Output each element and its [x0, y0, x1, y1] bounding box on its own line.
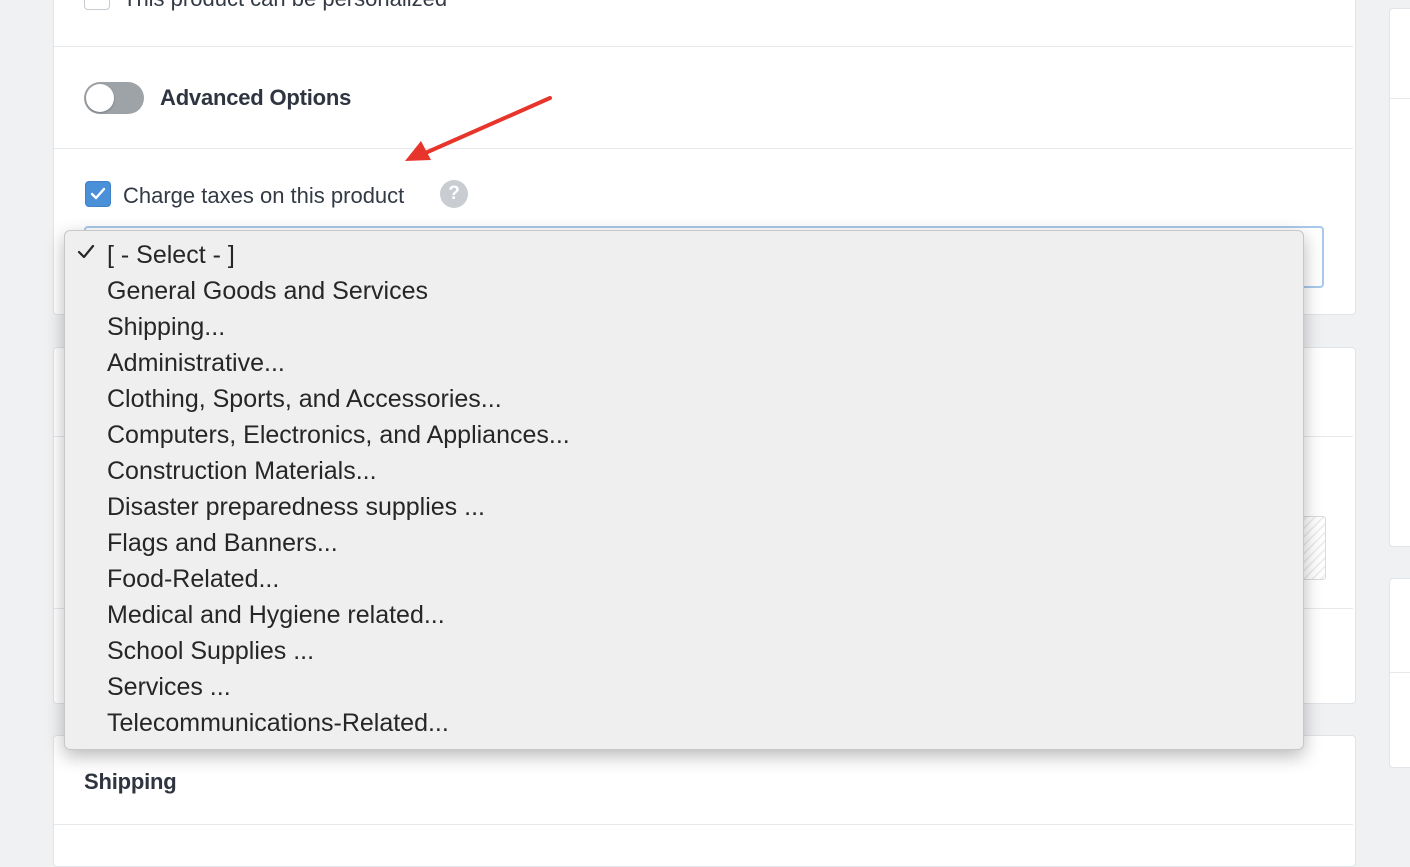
charge-taxes-checkbox[interactable] [85, 181, 111, 207]
check-icon [90, 187, 106, 200]
dropdown-option[interactable]: Shipping... [107, 309, 225, 345]
divider [54, 46, 1353, 47]
dropdown-option[interactable]: Flags and Banners... [107, 525, 338, 561]
dropdown-option[interactable]: Food-Related... [107, 561, 279, 597]
tax-category-dropdown-menu: [ - Select - ] General Goods and Service… [64, 230, 1304, 750]
dropdown-option[interactable]: Disaster preparedness supplies ... [107, 489, 485, 525]
advanced-options-label: Advanced Options [160, 85, 352, 110]
dropdown-option[interactable]: Administrative... [107, 345, 285, 381]
sidebar-card [1389, 578, 1410, 768]
dropdown-option[interactable]: Clothing, Sports, and Accessories... [107, 381, 502, 417]
question-circle-icon[interactable]: ? [440, 180, 468, 208]
dropdown-option[interactable]: Medical and Hygiene related... [107, 597, 445, 633]
dropdown-option[interactable]: School Supplies ... [107, 633, 314, 669]
personalize-label: This product can be personalized [123, 0, 447, 12]
red-arrow-icon [405, 96, 552, 161]
dropdown-option[interactable]: [ - Select - ] [107, 237, 235, 273]
divider [1390, 98, 1410, 99]
shipping-title: Shipping [84, 769, 177, 794]
divider [1390, 672, 1410, 673]
sidebar-card [1389, 8, 1410, 547]
check-icon [77, 244, 95, 259]
charge-taxes-label: Charge taxes on this product [123, 183, 405, 208]
advanced-options-toggle[interactable] [84, 82, 144, 114]
personalize-checkbox[interactable] [84, 0, 110, 10]
shipping-card [53, 735, 1356, 867]
dropdown-option[interactable]: General Goods and Services [107, 273, 428, 309]
dropdown-option[interactable]: Services ... [107, 669, 231, 705]
toggle-knob [86, 84, 114, 112]
dropdown-option[interactable]: Computers, Electronics, and Appliances..… [107, 417, 570, 453]
dropdown-option[interactable]: Telecommunications-Related... [107, 705, 449, 741]
divider [54, 148, 1353, 149]
divider [54, 824, 1353, 825]
dropdown-option[interactable]: Construction Materials... [107, 453, 377, 489]
